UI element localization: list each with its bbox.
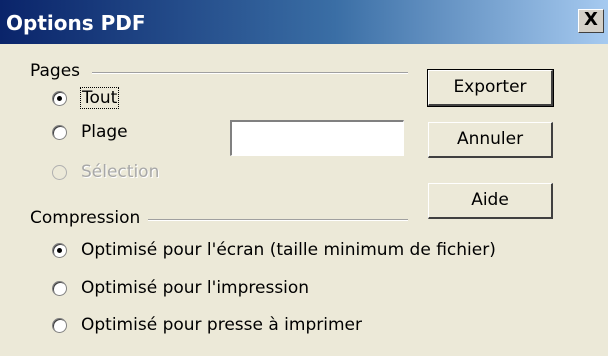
radio-pages-selection: Sélection [52,162,159,182]
radio-button-print[interactable] [52,280,67,296]
radio-button-all[interactable] [52,90,67,106]
radio-button-range[interactable] [52,124,67,140]
radio-label-range: Plage [81,122,128,142]
radio-label-press: Optimisé pour presse à imprimer [81,315,362,335]
radio-label-selection: Sélection [81,162,160,182]
radio-compression-press[interactable]: Optimisé pour presse à imprimer [52,315,362,335]
compression-group-border [148,219,408,221]
radio-pages-all[interactable]: Tout [52,87,120,109]
radio-button-screen[interactable] [52,242,67,258]
close-button[interactable]: X [578,9,604,33]
radio-compression-print[interactable]: Optimisé pour l'impression [52,278,309,298]
radio-compression-screen[interactable]: Optimisé pour l'écran (taille minimum de… [52,240,496,260]
pages-group-label: Pages [30,61,87,81]
pages-group-border [92,72,408,74]
radio-pages-range[interactable]: Plage [52,122,128,142]
radio-label-all: Tout [79,87,120,109]
help-button[interactable]: Aide [428,183,553,219]
compression-group-label: Compression [30,208,147,228]
radio-button-selection [52,164,67,180]
radio-label-screen: Optimisé pour l'écran (taille minimum de… [81,240,496,260]
export-button[interactable]: Exporter [427,69,554,107]
title-bar[interactable]: Options PDF X [0,0,608,44]
cancel-button[interactable]: Annuler [428,122,553,158]
page-range-input[interactable] [230,120,404,156]
window-title: Options PDF [6,11,146,35]
radio-button-press[interactable] [52,317,67,333]
radio-label-print: Optimisé pour l'impression [81,278,310,298]
